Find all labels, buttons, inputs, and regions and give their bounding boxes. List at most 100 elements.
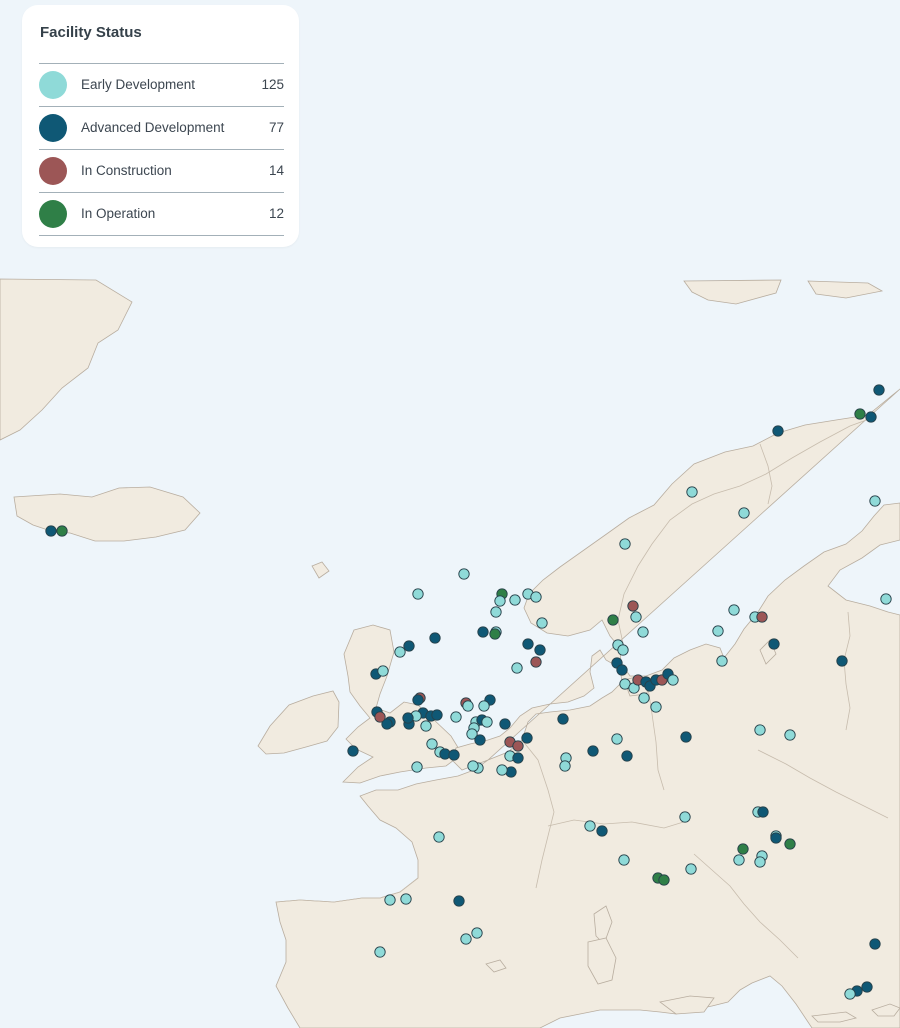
- in-operation-facility-marker[interactable]: [784, 838, 796, 850]
- early-development-facility-marker[interactable]: [728, 604, 740, 616]
- advanced-development-facility-marker[interactable]: [770, 832, 782, 844]
- early-development-facility-marker[interactable]: [754, 724, 766, 736]
- early-development-facility-marker[interactable]: [426, 738, 438, 750]
- early-development-facility-marker[interactable]: [844, 988, 856, 1000]
- early-development-facility-marker[interactable]: [433, 831, 445, 843]
- early-development-facility-marker[interactable]: [458, 568, 470, 580]
- early-development-facility-marker[interactable]: [630, 611, 642, 623]
- in-operation-facility-marker[interactable]: [607, 614, 619, 626]
- in-construction-count: 14: [268, 163, 284, 178]
- early-development-facility-marker[interactable]: [880, 593, 892, 605]
- early-development-facility-marker[interactable]: [686, 486, 698, 498]
- early-development-facility-marker[interactable]: [869, 495, 881, 507]
- early-development-facility-marker[interactable]: [400, 893, 412, 905]
- early-development-facility-marker[interactable]: [494, 595, 506, 607]
- in-operation-facility-marker[interactable]: [658, 874, 670, 886]
- advanced-development-facility-marker[interactable]: [680, 731, 692, 743]
- early-development-facility-marker[interactable]: [619, 538, 631, 550]
- advanced-development-facility-marker[interactable]: [453, 895, 465, 907]
- early-development-facility-marker[interactable]: [679, 811, 691, 823]
- advanced-development-facility-marker[interactable]: [772, 425, 784, 437]
- advanced-development-facility-marker[interactable]: [557, 713, 569, 725]
- early-development-facility-marker[interactable]: [617, 644, 629, 656]
- in-operation-facility-marker[interactable]: [854, 408, 866, 420]
- advanced-development-facility-marker[interactable]: [347, 745, 359, 757]
- early-development-facility-marker[interactable]: [738, 507, 750, 519]
- advanced-development-facility-marker[interactable]: [596, 825, 608, 837]
- early-development-facility-marker[interactable]: [638, 692, 650, 704]
- early-development-facility-marker[interactable]: [716, 655, 728, 667]
- advanced-development-facility-marker[interactable]: [768, 638, 780, 650]
- advanced-development-facility-marker[interactable]: [616, 664, 628, 676]
- early-development-facility-marker[interactable]: [650, 701, 662, 713]
- in-operation-facility-marker[interactable]: [489, 628, 501, 640]
- early-development-facility-marker[interactable]: [611, 733, 623, 745]
- early-development-facility-marker[interactable]: [685, 863, 697, 875]
- advanced-development-facility-marker[interactable]: [499, 718, 511, 730]
- advanced-development-facility-marker[interactable]: [836, 655, 848, 667]
- in-operation-facility-marker[interactable]: [737, 843, 749, 855]
- in-construction-facility-marker[interactable]: [512, 740, 524, 752]
- early-development-facility-marker[interactable]: [509, 594, 521, 606]
- in-construction-facility-marker[interactable]: [374, 711, 386, 723]
- early-development-facility-marker[interactable]: [412, 588, 424, 600]
- early-development-facility-marker[interactable]: [450, 711, 462, 723]
- early-development-facility-marker[interactable]: [471, 927, 483, 939]
- advanced-development-facility-marker[interactable]: [521, 732, 533, 744]
- early-development-facility-marker[interactable]: [511, 662, 523, 674]
- advanced-development-count: 77: [268, 120, 284, 135]
- early-development-facility-marker[interactable]: [374, 946, 386, 958]
- advanced-development-facility-marker[interactable]: [429, 632, 441, 644]
- early-development-facility-marker[interactable]: [462, 700, 474, 712]
- early-development-facility-marker[interactable]: [496, 764, 508, 776]
- legend-row-in-operation: In Operation 12: [39, 193, 284, 236]
- early-development-facility-marker[interactable]: [559, 760, 571, 772]
- early-development-facility-marker[interactable]: [478, 700, 490, 712]
- advanced-development-facility-marker[interactable]: [873, 384, 885, 396]
- advanced-development-facility-marker[interactable]: [448, 749, 460, 761]
- in-construction-facility-marker[interactable]: [530, 656, 542, 668]
- legend-row-early-development: Early Development 125: [39, 64, 284, 107]
- advanced-development-facility-marker[interactable]: [534, 644, 546, 656]
- advanced-development-facility-marker[interactable]: [45, 525, 57, 537]
- early-development-facility-marker[interactable]: [384, 894, 396, 906]
- early-development-facility-marker[interactable]: [618, 854, 630, 866]
- early-development-facility-marker[interactable]: [733, 854, 745, 866]
- in-construction-label: In Construction: [81, 163, 172, 178]
- early-development-facility-marker[interactable]: [584, 820, 596, 832]
- advanced-development-facility-marker[interactable]: [621, 750, 633, 762]
- early-development-facility-marker[interactable]: [460, 933, 472, 945]
- in-construction-facility-marker[interactable]: [627, 600, 639, 612]
- advanced-development-facility-marker[interactable]: [861, 981, 873, 993]
- advanced-development-facility-marker[interactable]: [477, 626, 489, 638]
- early-development-facility-marker[interactable]: [754, 856, 766, 868]
- early-development-facility-marker[interactable]: [667, 674, 679, 686]
- early-development-facility-marker[interactable]: [467, 760, 479, 772]
- early-development-facility-marker[interactable]: [490, 606, 502, 618]
- early-development-facility-marker[interactable]: [530, 591, 542, 603]
- early-development-facility-marker[interactable]: [377, 665, 389, 677]
- advanced-development-facility-marker[interactable]: [869, 938, 881, 950]
- advanced-development-facility-marker[interactable]: [402, 712, 414, 724]
- early-development-facility-marker[interactable]: [712, 625, 724, 637]
- early-development-facility-marker[interactable]: [481, 716, 493, 728]
- advanced-development-facility-marker[interactable]: [412, 694, 424, 706]
- early-development-facility-marker[interactable]: [394, 646, 406, 658]
- in-operation-count: 12: [268, 206, 284, 221]
- advanced-development-facility-marker[interactable]: [865, 411, 877, 423]
- advanced-development-facility-marker[interactable]: [512, 752, 524, 764]
- advanced-development-facility-marker[interactable]: [431, 709, 443, 721]
- early-development-facility-marker[interactable]: [536, 617, 548, 629]
- advanced-development-facility-marker[interactable]: [757, 806, 769, 818]
- early-development-facility-marker[interactable]: [411, 761, 423, 773]
- early-development-facility-marker[interactable]: [784, 729, 796, 741]
- early-development-facility-marker[interactable]: [420, 720, 432, 732]
- advanced-development-swatch: [39, 114, 67, 142]
- early-development-facility-marker[interactable]: [637, 626, 649, 638]
- in-construction-facility-marker[interactable]: [756, 611, 768, 623]
- in-operation-facility-marker[interactable]: [56, 525, 68, 537]
- advanced-development-facility-marker[interactable]: [522, 638, 534, 650]
- advanced-development-facility-marker[interactable]: [474, 734, 486, 746]
- advanced-development-facility-marker[interactable]: [403, 640, 415, 652]
- advanced-development-facility-marker[interactable]: [587, 745, 599, 757]
